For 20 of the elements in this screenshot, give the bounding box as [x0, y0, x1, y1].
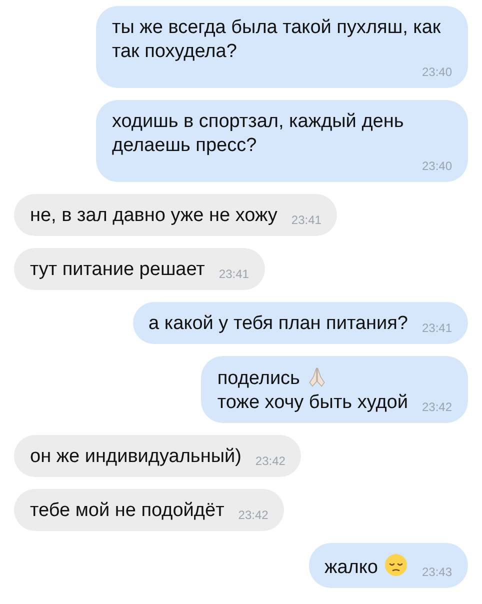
message-time: 23:42 [237, 507, 268, 523]
message-time: 23:40 [420, 158, 452, 174]
message-text: не, в зал давно уже не хожу [30, 205, 278, 226]
message-time: 23:41 [290, 212, 322, 228]
message-time: 23:41 [218, 266, 249, 282]
message-time: 23:43 [420, 564, 452, 580]
message-text: тоже хочу быть худой [217, 392, 408, 413]
message-text: жалко [324, 557, 378, 578]
message-time: 23:42 [420, 399, 452, 415]
message-text: тебе мой не подойдёт [30, 500, 224, 521]
message-text: ты же всегда была такой пухляш, как так похудела? [112, 17, 441, 62]
message-text: тут питание решает [30, 259, 205, 280]
message-time: 23:41 [420, 320, 452, 336]
message-text: он же индивидуальный) [30, 446, 242, 467]
message-time: 23:40 [420, 64, 452, 80]
message-text: а какой у тебя план питания? [148, 313, 408, 334]
message-text: поделись [217, 368, 300, 389]
message-time: 23:42 [254, 453, 286, 469]
pensive-face-icon [384, 553, 408, 577]
message-text: ходишь в спортзал, каждый день делаешь пресс? [112, 111, 404, 156]
